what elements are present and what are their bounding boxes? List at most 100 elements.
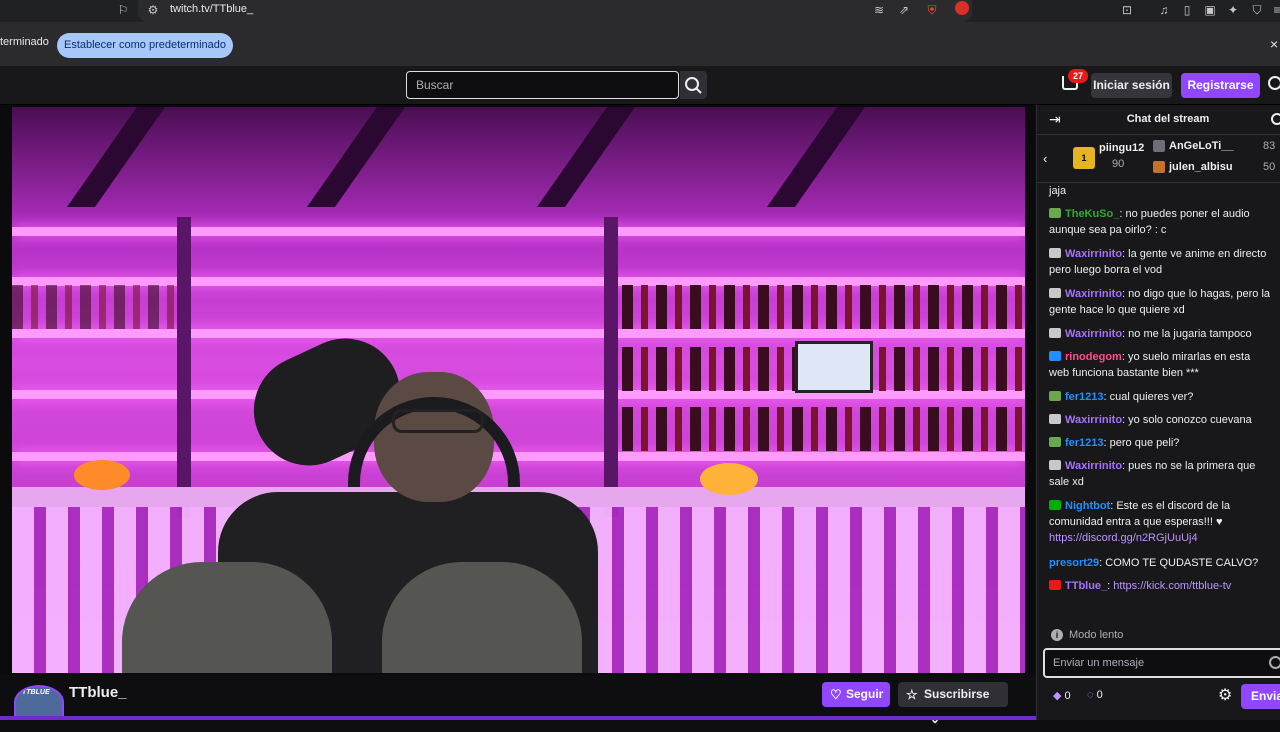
ceiling-beam <box>306 107 406 207</box>
chat-username[interactable]: Waxirrinito <box>1065 460 1122 472</box>
search-button[interactable] <box>680 71 707 99</box>
muted-icon <box>1049 414 1061 424</box>
points-value: 0 <box>1096 689 1103 701</box>
screenshot-icon[interactable]: ⊡ <box>1120 3 1134 17</box>
leaderboard-name[interactable]: julen_albisu <box>1169 161 1233 173</box>
chat-username[interactable]: Waxirrinito <box>1065 328 1122 340</box>
follow-button[interactable]: ♡ Seguir <box>822 682 890 707</box>
message-text: : pero que peli? <box>1103 437 1180 449</box>
message-text: : COMO TE QUDASTE CALVO? <box>1099 557 1259 569</box>
close-icon[interactable]: × <box>1270 36 1278 52</box>
neon-shelf <box>12 227 1025 236</box>
brave-shield-icon[interactable]: ⛨ <box>925 3 939 17</box>
chat-message: jaja <box>1049 184 1273 199</box>
subscribe-button[interactable]: ☆ Suscribirse ⌄ <box>898 682 1008 726</box>
leo-icon[interactable]: ✦ <box>1226 3 1240 17</box>
set-default-button[interactable]: Establecer como predeterminado <box>57 33 233 58</box>
chat-message: Waxirrinito: no me la jugaria tampoco <box>1049 326 1273 342</box>
chevron-left-icon[interactable]: ‹ <box>1043 151 1047 166</box>
orange-lamp <box>74 460 130 490</box>
rewards-icon[interactable] <box>955 1 969 15</box>
send-button[interactable]: Enviar <box>1241 684 1280 709</box>
user-menu-icon[interactable] <box>1268 76 1280 90</box>
media-icon[interactable]: ♫ <box>1157 3 1171 17</box>
vpn-icon[interactable]: ⛉ <box>1250 3 1264 17</box>
chat-message: Waxirrinito: yo solo conozco cuevana <box>1049 412 1273 428</box>
gear-icon[interactable]: ⚙ <box>1218 685 1232 705</box>
person-leg <box>382 562 582 673</box>
channel-points-icon: ◌ <box>1087 689 1094 701</box>
ceiling-beam <box>536 107 636 207</box>
menu-icon[interactable]: ≡ <box>1270 3 1280 17</box>
chat-username[interactable]: fer1213 <box>1065 391 1104 403</box>
broadcaster-icon <box>1049 580 1061 590</box>
login-button[interactable]: Iniciar sesión <box>1091 73 1172 98</box>
chat-message: rinodegom: yo suelo mirarlas en esta web… <box>1049 349 1273 381</box>
chat-message: TTblue_: https://kick.com/ttblue-tv <box>1049 578 1273 594</box>
chat-message-input[interactable]: Enviar un mensaje <box>1043 648 1280 678</box>
share-icon[interactable]: ⇗ <box>897 3 911 17</box>
ceiling-beam <box>66 107 166 207</box>
bookmark-icon[interactable]: ⚐ <box>116 3 130 17</box>
video-player[interactable] <box>0 105 1036 675</box>
shelf-pillar <box>177 217 191 517</box>
user-badge-icon <box>1049 208 1061 218</box>
user-badge-icon <box>1049 437 1061 447</box>
search-input[interactable]: Buscar <box>406 71 679 99</box>
chat-username[interactable]: Waxirrinito <box>1065 248 1122 260</box>
user-badge-icon <box>1153 140 1165 152</box>
sidebar-icon[interactable]: ▯ <box>1180 3 1194 17</box>
message-link[interactable]: https://discord.gg/n2RGjUuUj4 <box>1049 532 1198 544</box>
neon-shelf <box>12 329 1025 338</box>
chat-username[interactable]: Waxirrinito <box>1065 288 1122 300</box>
message-text: : yo solo conozco cuevana <box>1122 414 1252 426</box>
channel-name[interactable]: TTblue_ <box>69 684 127 701</box>
neon-shelf <box>12 452 1025 461</box>
browser-toolbar: ⚐ ⚙ twitch.tv/TTblue_ ≋ ⇗ ⛨ ⊡ ♫ ▯ ▣ ✦ ⛉ … <box>0 0 1280 22</box>
chat-username[interactable]: rinodegom <box>1065 351 1122 363</box>
chat-message: fer1213: cual quieres ver? <box>1049 389 1273 405</box>
follow-label: Seguir <box>846 687 884 701</box>
message-text: : cual quieres ver? <box>1103 391 1194 403</box>
emote-picker-icon[interactable] <box>1269 656 1280 669</box>
chat-title: Chat del stream <box>1126 113 1210 125</box>
leaderboard-name[interactable]: piingu12 <box>1099 142 1144 154</box>
infobar-text: terminado <box>0 36 49 48</box>
chat-message: fer1213: pero que peli? <box>1049 435 1273 451</box>
stream-video-frame[interactable] <box>12 107 1025 673</box>
muted-icon <box>1049 328 1061 338</box>
chat-message: presort29: COMO TE QUDASTE CALVO? <box>1049 555 1273 571</box>
channel-info-bar: TTBLUE TTblue_ ♡ Seguir ☆ Suscribirse ⌄ <box>0 675 1036 726</box>
site-settings-icon[interactable]: ⚙ <box>146 3 160 17</box>
bottles <box>622 285 1025 329</box>
chat-username[interactable]: Nightbot <box>1065 500 1110 512</box>
heart-icon: ♡ <box>830 687 842 702</box>
community-icon[interactable] <box>1271 113 1280 125</box>
avatar[interactable]: TTBLUE <box>14 685 64 720</box>
reader-icon[interactable]: ≋ <box>872 3 886 17</box>
leaderboard-name[interactable]: AnGeLoTi__ <box>1169 140 1234 152</box>
channel-points[interactable]: ◌ 0 <box>1087 689 1103 701</box>
notification-badge: 27 <box>1068 69 1088 83</box>
address-bar[interactable] <box>138 0 972 22</box>
user-badge-icon <box>1049 391 1061 401</box>
url-text[interactable]: twitch.tv/TTblue_ <box>170 3 253 15</box>
muted-icon <box>1049 288 1061 298</box>
glasses <box>392 409 484 433</box>
search-icon <box>685 77 702 94</box>
wallet-icon[interactable]: ▣ <box>1203 3 1217 17</box>
neon-shelf <box>12 390 1025 399</box>
subscribe-label: Suscribirse <box>924 687 990 701</box>
message-link[interactable]: https://kick.com/ttblue-tv <box>1113 580 1231 592</box>
chat-username[interactable]: Waxirrinito <box>1065 414 1122 426</box>
top-nav: Buscar 27 Iniciar sesión Registrarse <box>0 66 1280 105</box>
chat-username[interactable]: TheKuSo_ <box>1065 208 1119 220</box>
chat-username[interactable]: fer1213 <box>1065 437 1104 449</box>
moderator-icon <box>1049 500 1061 510</box>
chat-username[interactable]: TTblue_ <box>1065 580 1107 592</box>
signup-button[interactable]: Registrarse <box>1181 73 1260 98</box>
chat-message: Waxirrinito: la gente ve anime en direct… <box>1049 246 1273 278</box>
bits-counter[interactable]: ◆ 0 <box>1053 689 1071 702</box>
chat-message-list[interactable]: jaja TheKuSo_: no puedes poner el audio … <box>1037 184 1280 624</box>
chat-username[interactable]: presort29 <box>1049 557 1099 569</box>
